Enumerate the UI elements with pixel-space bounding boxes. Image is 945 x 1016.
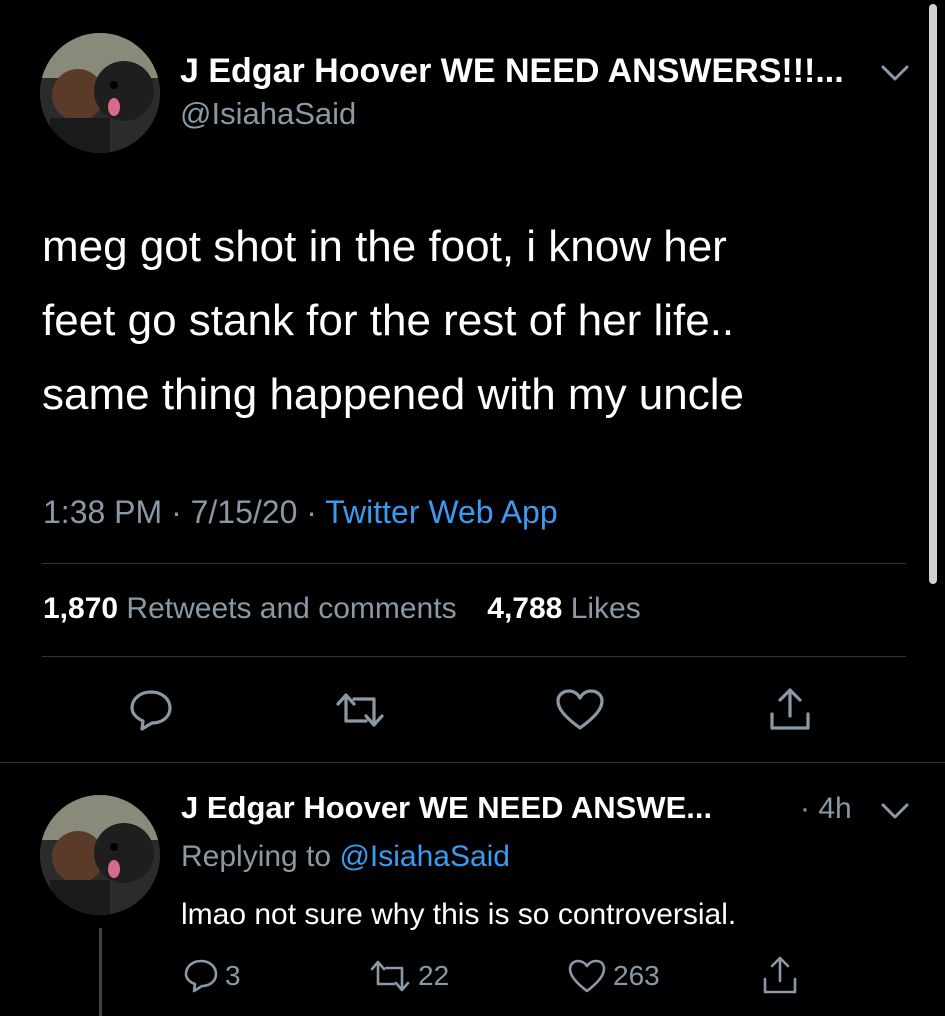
tweet-source-link[interactable]: Twitter Web App [325, 494, 557, 530]
meta-separator: · [171, 494, 182, 530]
divider [42, 563, 906, 564]
meta-separator: · [306, 494, 317, 530]
divider [42, 656, 906, 657]
retweet-icon [368, 958, 412, 994]
like-count: 263 [613, 960, 660, 991]
like-icon [567, 958, 607, 994]
reply-author-avatar[interactable] [40, 795, 160, 915]
replying-to-handle[interactable]: @IsiahaSaid [339, 840, 510, 873]
chevron-down-icon[interactable] [880, 62, 910, 84]
replying-to: Replying to @IsiahaSaid [181, 840, 510, 874]
reply-action[interactable]: 3 [183, 958, 241, 994]
share-icon[interactable] [766, 686, 814, 734]
section-divider [0, 762, 945, 763]
retweet-icon[interactable] [332, 690, 388, 730]
retweets-label: Retweets and comments [126, 592, 457, 625]
like-icon[interactable] [555, 688, 605, 732]
tweet-date[interactable]: 7/15/20 [191, 494, 298, 530]
retweets-count: 1,870 [43, 592, 119, 625]
retweets-stat[interactable]: 1,870 Retweets and comments [43, 592, 465, 625]
avatar-image [40, 33, 160, 153]
tweet-stats: 1,870 Retweets and comments 4,788 Likes [43, 592, 641, 626]
avatar-image [40, 795, 160, 915]
reply-count: 3 [225, 960, 241, 991]
replying-to-label: Replying to [181, 840, 332, 873]
likes-stat[interactable]: 4,788 Likes [487, 592, 640, 625]
retweet-count: 22 [418, 960, 450, 991]
tweet-text: meg got shot in the foot, i know her fee… [42, 210, 902, 432]
likes-count: 4,788 [487, 592, 563, 625]
tweet-text-line: meg got shot in the foot, i know her [42, 222, 727, 271]
author-handle[interactable]: @IsiahaSaid [180, 96, 356, 132]
tweet-text-line: feet go stank for the rest of her life.. [42, 296, 735, 345]
tweet-meta: 1:38 PM · 7/15/20 · Twitter Web App [43, 494, 558, 531]
reply-icon [183, 958, 219, 994]
share-icon[interactable] [760, 955, 800, 997]
likes-label: Likes [570, 592, 641, 625]
thread-line [99, 928, 102, 1016]
like-action[interactable]: 263 [567, 958, 660, 994]
author-avatar[interactable] [40, 33, 160, 153]
tweet-text-line: same thing happened with my uncle [42, 370, 744, 419]
retweet-action[interactable]: 22 [368, 958, 449, 994]
reply-timestamp[interactable]: · 4h [800, 792, 852, 826]
reply-author-name[interactable]: J Edgar Hoover WE NEED ANSWE... [181, 790, 712, 826]
reply-icon[interactable] [128, 688, 174, 732]
reply-text: lmao not sure why this is so controversi… [181, 898, 737, 931]
author-name[interactable]: J Edgar Hoover WE NEED ANSWERS!!!... [180, 52, 844, 91]
chevron-down-icon[interactable] [880, 800, 910, 822]
tweet-time[interactable]: 1:38 PM [43, 494, 162, 530]
scrollbar[interactable] [929, 4, 937, 584]
